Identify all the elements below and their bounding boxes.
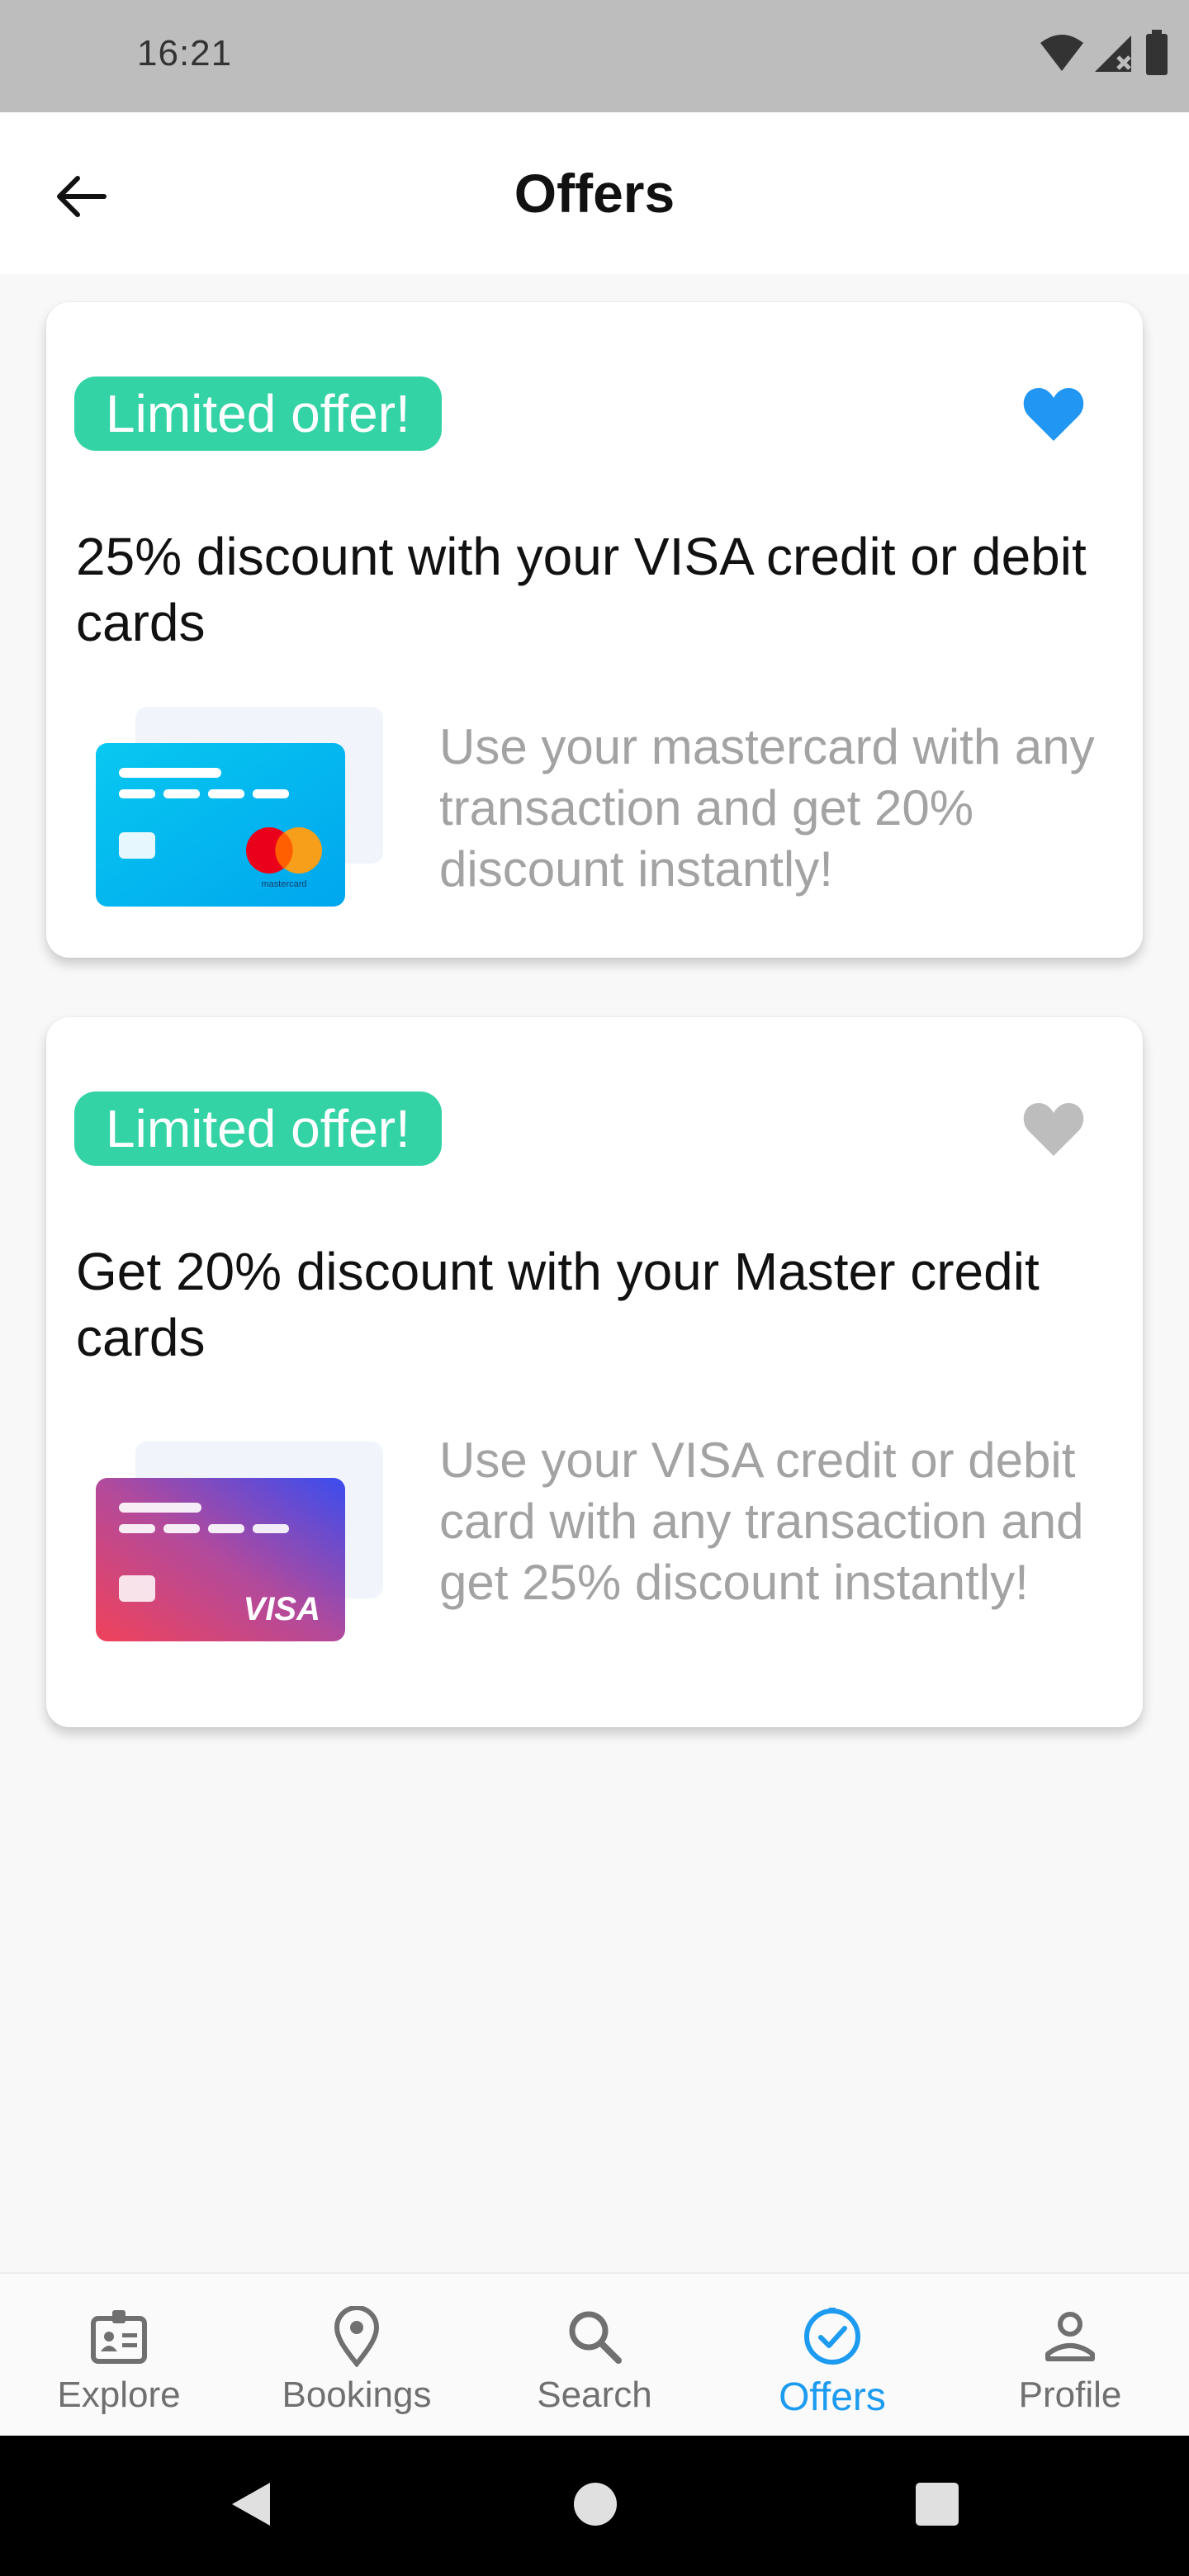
wifi-icon [1039, 33, 1085, 77]
status-time: 16:21 [137, 33, 233, 73]
mastercard-card-image: mastercard [96, 707, 393, 918]
square-recents-icon [914, 2481, 960, 2531]
circle-home-icon [572, 2481, 618, 2531]
page-title: Offers [514, 163, 675, 224]
battery-icon [1144, 29, 1169, 80]
nav-item-bookings[interactable]: Bookings [238, 2274, 476, 2436]
nav-label: Bookings [282, 2375, 432, 2415]
limited-offer-badge: Limited offer! [74, 376, 442, 451]
nav-label: Explore [57, 2375, 181, 2415]
svg-text:VISA: VISA [244, 1591, 320, 1627]
favorite-button[interactable] [1014, 376, 1093, 456]
svg-text:mastercard: mastercard [261, 879, 306, 889]
favorite-button[interactable] [1014, 1091, 1093, 1171]
nav-item-search[interactable]: Search [476, 2274, 713, 2436]
nav-item-profile[interactable]: Profile [951, 2274, 1189, 2436]
offer-title: 25% discount with your VISA credit or de… [76, 527, 1087, 652]
nav-item-offers[interactable]: Offers [713, 2274, 951, 2436]
app-bar: Offers [0, 112, 1189, 274]
system-navigation-bar [0, 2436, 1189, 2576]
heart-filled-icon [1022, 386, 1085, 447]
offer-description: Use your VISA credit or debit card with … [439, 1432, 1084, 1610]
nav-label: Offers [779, 2375, 886, 2419]
triangle-back-icon [227, 2479, 273, 2533]
offer-card[interactable]: Limited offer! 25% discount with your VI… [46, 302, 1143, 958]
heart-outline-icon [1022, 1101, 1085, 1162]
status-bar: 16:21 [0, 0, 1189, 112]
signal-icon [1093, 32, 1136, 78]
check-circle-icon [799, 2304, 865, 2370]
nav-item-explore[interactable]: Explore [0, 2274, 238, 2436]
system-recents-button[interactable] [908, 2477, 966, 2535]
nav-label: Profile [1018, 2375, 1122, 2415]
location-pin-icon [324, 2304, 390, 2370]
offer-description: Use your mastercard with any transaction… [439, 719, 1095, 897]
system-home-button[interactable] [566, 2477, 624, 2535]
offer-card[interactable]: Limited offer! Get 20% discount with you… [46, 1017, 1143, 1727]
visa-card-image: VISA [96, 1442, 393, 1653]
person-icon [1037, 2304, 1103, 2370]
nav-label: Search [537, 2375, 652, 2415]
system-back-button[interactable] [221, 2477, 279, 2535]
limited-offer-badge: Limited offer! [74, 1091, 442, 1166]
status-icons [1039, 29, 1169, 80]
offer-title: Get 20% discount with your Master credit… [76, 1242, 1040, 1367]
bottom-navigation: Explore Bookings Search Offers Profile [0, 2272, 1189, 2436]
search-icon [561, 2304, 628, 2370]
id-card-icon [86, 2304, 152, 2370]
